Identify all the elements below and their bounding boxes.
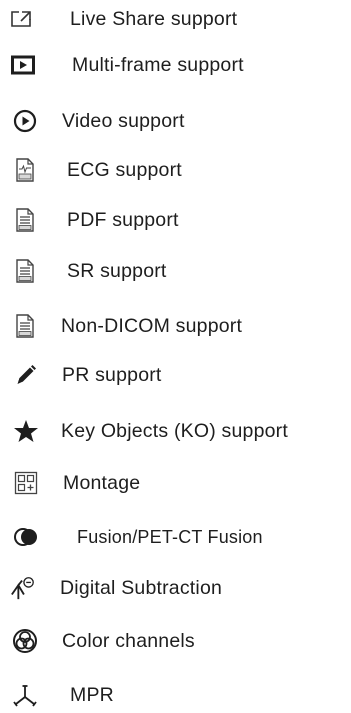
fusion-icon — [13, 524, 39, 550]
mpr-axes-icon — [12, 682, 38, 708]
feature-item-fusion: Fusion/PET-CT Fusion — [0, 522, 351, 552]
multiframe-play-icon — [10, 52, 36, 78]
feature-item-live-share: Live Share support — [0, 4, 351, 34]
ecg-document-icon — [12, 157, 38, 183]
feature-label: ECG support — [67, 159, 182, 181]
feature-item-ecg: ECG support — [0, 155, 351, 185]
feature-label: PR support — [62, 364, 162, 386]
feature-label: Video support — [62, 110, 185, 132]
external-link-icon — [8, 6, 34, 32]
feature-label: Key Objects (KO) support — [61, 420, 288, 442]
feature-item-sr: SR support — [0, 256, 351, 286]
feature-item-key-objects: Key Objects (KO) support — [0, 416, 351, 446]
feature-label: Multi-frame support — [72, 54, 244, 76]
feature-label: MPR — [70, 684, 114, 706]
pdf-document-icon — [12, 207, 38, 233]
feature-label: Digital Subtraction — [60, 577, 223, 599]
feature-label: PDF support — [67, 209, 179, 231]
feature-label: Live Share support — [70, 8, 238, 30]
star-icon — [13, 418, 39, 444]
play-circle-icon — [12, 108, 38, 134]
pencil-icon — [13, 362, 39, 388]
feature-label: Fusion/PET-CT Fusion — [77, 527, 263, 547]
feature-item-mpr: MPR — [0, 680, 351, 710]
montage-grid-icon — [13, 470, 39, 496]
feature-label: Color channels — [62, 630, 195, 652]
non-dicom-document-icon — [12, 313, 38, 339]
sr-document-icon — [12, 258, 38, 284]
feature-item-non-dicom: Non-DICOM support — [0, 311, 351, 341]
color-channels-icon — [12, 628, 38, 654]
feature-item-montage: Montage — [0, 468, 351, 498]
feature-item-video: Video support — [0, 106, 351, 136]
feature-label: Non-DICOM support — [61, 315, 243, 337]
feature-item-color-channels: Color channels — [0, 626, 351, 656]
feature-label: SR support — [67, 260, 167, 282]
feature-item-pdf: PDF support — [0, 205, 351, 235]
feature-label: Montage — [63, 472, 141, 494]
subtraction-icon — [10, 575, 36, 601]
feature-item-digital-subtraction: Digital Subtraction — [0, 573, 351, 603]
feature-item-multi-frame: Multi-frame support — [0, 50, 351, 80]
feature-item-pr: PR support — [0, 360, 351, 390]
